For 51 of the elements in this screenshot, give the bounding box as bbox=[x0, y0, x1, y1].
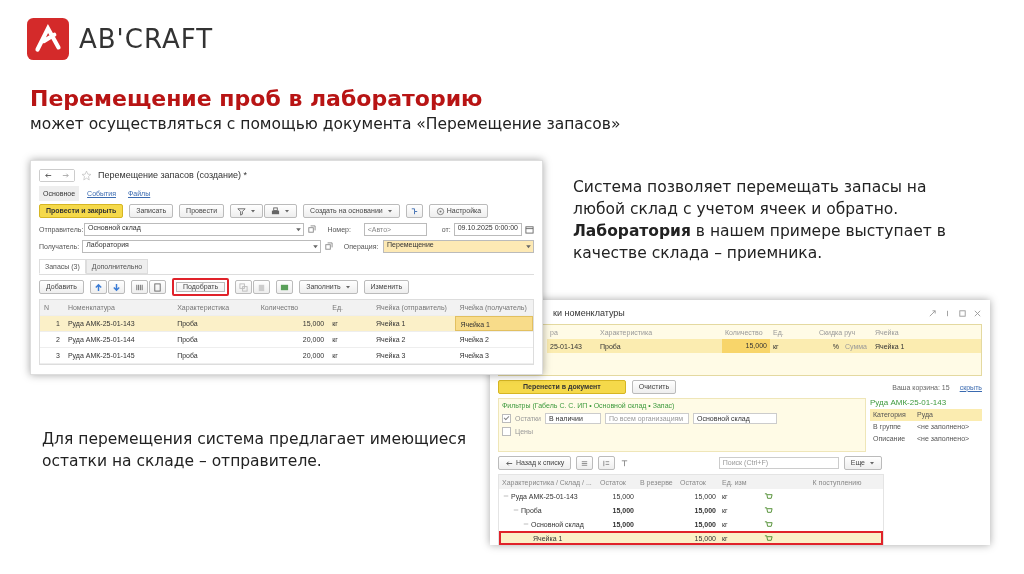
spreadsheet-icon bbox=[280, 282, 290, 292]
gear-icon bbox=[435, 206, 445, 216]
list-view-button[interactable] bbox=[576, 456, 594, 470]
clipboard-icon bbox=[257, 282, 267, 292]
calendar-icon[interactable] bbox=[525, 225, 534, 234]
slide-title: Перемещение проб в лабораторию bbox=[30, 86, 484, 111]
caret-icon bbox=[344, 284, 351, 290]
filter-button[interactable] bbox=[230, 204, 264, 218]
note-text: Система позволяет перемещать запасы на любой склад с учетом ячеек и обратно. Лаборатория в нашем примере выступает в качестве склада – приемника. bbox=[573, 177, 947, 264]
window-title: Перемещение запасов (создание) * bbox=[98, 170, 248, 180]
prices-checkbox[interactable] bbox=[502, 427, 511, 436]
barcode-icon bbox=[134, 282, 144, 292]
caret-icon[interactable] bbox=[295, 226, 303, 233]
copy-button[interactable] bbox=[235, 280, 253, 294]
structure-icon bbox=[409, 206, 419, 216]
close-icon[interactable] bbox=[973, 308, 982, 318]
open-icon[interactable] bbox=[307, 225, 317, 234]
move-up-button[interactable] bbox=[89, 280, 107, 294]
list-icon bbox=[580, 458, 590, 468]
item-title: Руда АМК-25-01-143 bbox=[870, 398, 948, 407]
stock-checkbox[interactable] bbox=[502, 414, 511, 423]
slide-subtitle: может осуществляться с помощью документа «Перемещение запасов» bbox=[30, 115, 621, 133]
open-icon[interactable] bbox=[323, 242, 333, 251]
arrow-down-icon bbox=[111, 282, 121, 292]
window-title: ки номенклатуры bbox=[553, 308, 625, 318]
spreadsheet-button[interactable] bbox=[276, 280, 294, 294]
caret-icon bbox=[250, 208, 257, 214]
move-down-button[interactable] bbox=[107, 280, 125, 294]
barcode-button[interactable] bbox=[130, 280, 148, 294]
caret-icon bbox=[869, 460, 875, 466]
note-text: Для перемещения система предлагает имеющиеся остатки на складе – отправителе. bbox=[42, 429, 468, 472]
caret-icon bbox=[386, 208, 393, 214]
caret-icon bbox=[284, 208, 291, 214]
document-button[interactable] bbox=[148, 280, 166, 294]
tree-icon bbox=[602, 458, 612, 468]
tree-view-button[interactable] bbox=[598, 456, 616, 470]
paste-button[interactable] bbox=[253, 280, 271, 294]
caret-icon[interactable] bbox=[311, 243, 319, 250]
document-icon bbox=[152, 282, 162, 292]
caret-icon[interactable] bbox=[525, 243, 532, 250]
copy-icon bbox=[239, 282, 249, 292]
filter-icon bbox=[237, 206, 247, 216]
link-icon[interactable] bbox=[928, 308, 937, 318]
structure-button[interactable] bbox=[405, 204, 423, 218]
printer-icon bbox=[271, 206, 281, 216]
print-button[interactable] bbox=[264, 204, 298, 218]
logo-text: AB'CRAFT bbox=[79, 24, 214, 54]
maximize-icon[interactable] bbox=[958, 308, 967, 318]
arrow-up-icon bbox=[93, 282, 103, 292]
star-icon[interactable] bbox=[81, 169, 92, 181]
logo-icon bbox=[27, 18, 69, 60]
